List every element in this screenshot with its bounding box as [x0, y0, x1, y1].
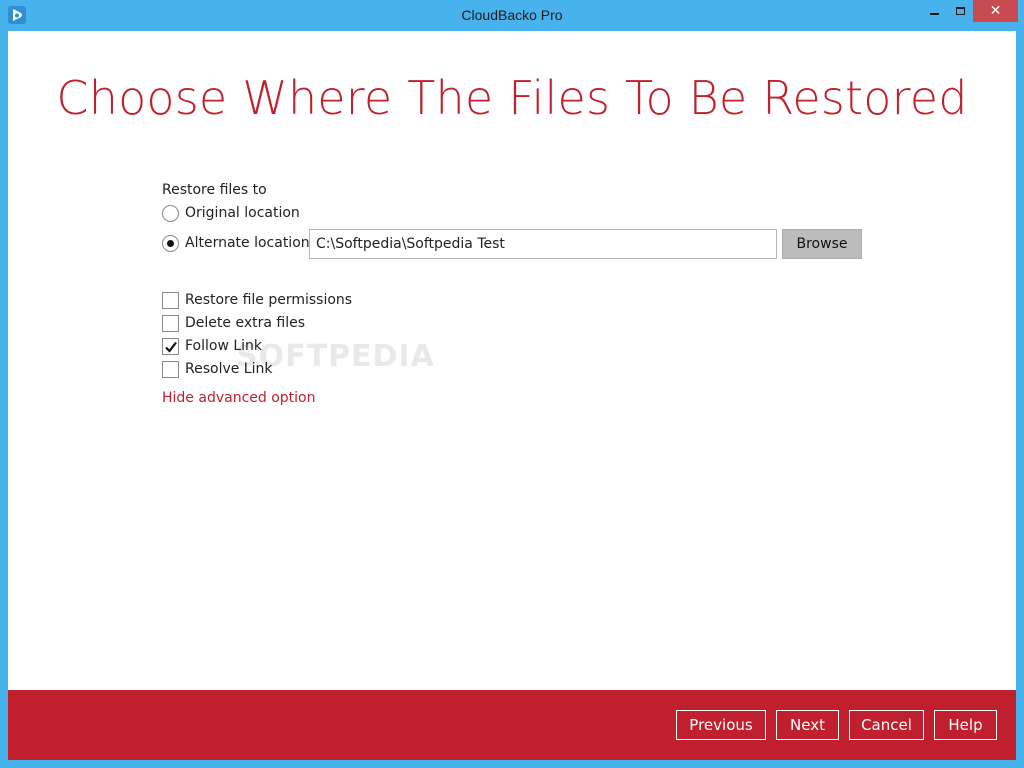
- hide-advanced-option-link[interactable]: Hide advanced option: [162, 390, 316, 406]
- cancel-button[interactable]: Cancel: [849, 710, 924, 740]
- follow-link-checkbox[interactable]: [162, 338, 179, 355]
- close-icon: ✕: [989, 3, 1002, 19]
- radio-selected-dot: [167, 240, 174, 247]
- delete-extra-files-checkbox[interactable]: [162, 315, 179, 332]
- resolve-link-checkbox[interactable]: [162, 361, 179, 378]
- window-title: CloudBacko Pro: [461, 7, 563, 23]
- alternate-location-label[interactable]: Alternate location: [185, 235, 310, 251]
- app-window: CloudBacko Pro ✕ Choose Where The Files …: [0, 0, 1024, 768]
- checkmark-icon: [164, 339, 178, 358]
- restore-permissions-label[interactable]: Restore file permissions: [185, 292, 352, 308]
- resolve-link-label[interactable]: Resolve Link: [185, 361, 272, 377]
- next-button[interactable]: Next: [776, 710, 839, 740]
- previous-button[interactable]: Previous: [676, 710, 766, 740]
- wizard-footer: Previous Next Cancel Help: [8, 690, 1016, 760]
- maximize-button[interactable]: [947, 0, 973, 22]
- alternate-location-radio[interactable]: [162, 235, 179, 252]
- original-location-label[interactable]: Original location: [185, 205, 300, 221]
- browse-button[interactable]: Browse: [782, 229, 862, 259]
- minimize-button[interactable]: [921, 0, 947, 22]
- help-button[interactable]: Help: [934, 710, 997, 740]
- delete-extra-files-label[interactable]: Delete extra files: [185, 315, 305, 331]
- minimize-icon: [929, 13, 939, 15]
- restore-permissions-checkbox[interactable]: [162, 292, 179, 309]
- follow-link-label[interactable]: Follow Link: [185, 338, 262, 354]
- alternate-path-input[interactable]: C:\Softpedia\Softpedia Test: [309, 229, 777, 259]
- maximize-icon: [955, 7, 965, 15]
- close-button[interactable]: ✕: [973, 0, 1018, 22]
- original-location-radio[interactable]: [162, 205, 179, 222]
- page-title: Choose Where The Files To Be Restored: [56, 71, 968, 125]
- restore-files-heading: Restore files to: [162, 182, 267, 198]
- title-bar[interactable]: CloudBacko Pro ✕: [0, 0, 1024, 31]
- wizard-content: Choose Where The Files To Be Restored Re…: [8, 31, 1016, 760]
